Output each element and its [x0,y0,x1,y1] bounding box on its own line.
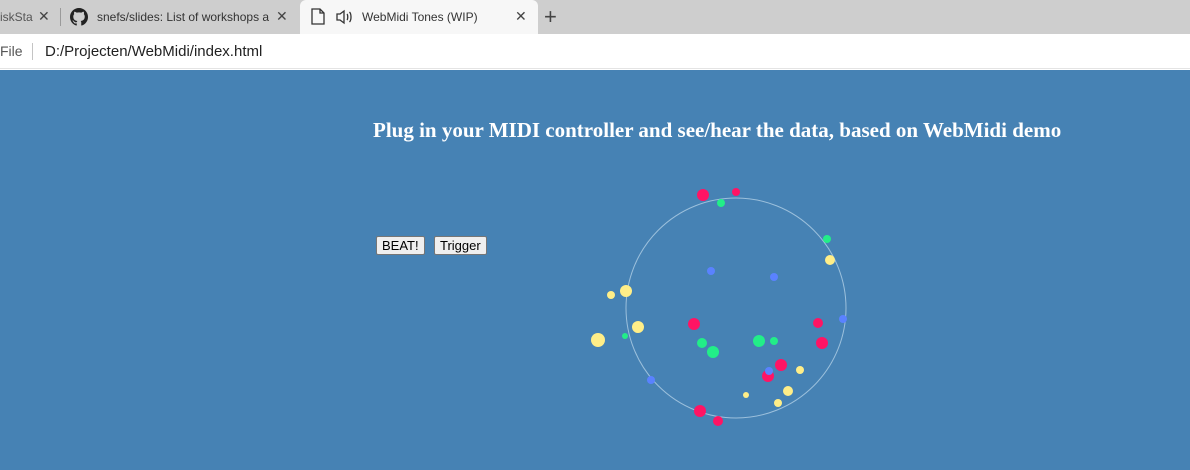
visualizer-dot [839,315,847,323]
visualizer-dot [775,359,787,371]
visualizer-dot [591,333,605,347]
tab-snefs-slides[interactable]: snefs/slides: List of workshops ar ✕ [62,0,298,34]
midi-visualizer [591,188,847,426]
address-bar[interactable]: File D:/Projecten/WebMidi/index.html [0,34,1190,69]
speaker-icon[interactable] [335,9,353,25]
visualizer-dot [743,392,749,398]
visualizer-dot [647,376,655,384]
tab-label: snefs/slides: List of workshops ar [97,10,269,24]
visualizer-dot [707,346,719,358]
visualizer-dot [694,405,706,417]
visualizer-dot [622,333,628,339]
visualizer-dot [697,338,707,348]
close-icon[interactable]: ✕ [38,8,50,25]
new-tab-icon[interactable]: + [544,4,557,30]
visualizer-dot [770,337,778,345]
tab-separator [60,8,61,26]
visualizer-dot [707,267,715,275]
visualizer-dot [688,318,700,330]
visualizer-dot [813,318,823,328]
visualizer-dot [816,337,828,349]
visualizer-dot [770,273,778,281]
visualizer-dot [607,291,615,299]
page-content: Plug in your MIDI controller and see/hea… [0,70,1190,470]
visualizer-dot [823,235,831,243]
address-separator [32,43,33,60]
visualizer-dot [713,416,723,426]
visualizer-dot [632,321,644,333]
visualizer-dot [620,285,632,297]
visualizer-ring [625,197,847,419]
page-icon [311,8,325,25]
close-icon[interactable]: ✕ [515,8,527,25]
visualizer-dot [765,367,773,375]
close-icon[interactable]: ✕ [276,8,288,25]
visualizer-dot [697,189,709,201]
tab-webmidi-tones[interactable]: WebMidi Tones (WIP) ✕ [300,0,538,34]
visualizer-dot [825,255,835,265]
tab-disksta[interactable]: iskSta ✕ [0,0,58,34]
visualizer-dot [753,335,765,347]
visualizer-dot [717,199,725,207]
tab-bar: iskSta ✕ snefs/slides: List of workshops… [0,0,1190,34]
visualizer-dot [774,399,782,407]
visualizer-dot [783,386,793,396]
url-text[interactable]: D:/Projecten/WebMidi/index.html [45,43,262,60]
visualizer-dot [796,366,804,374]
github-icon [70,8,88,26]
visualizer-dot [732,188,740,196]
tab-label: iskSta [0,10,33,24]
scheme-label: File [0,43,23,59]
tab-label: WebMidi Tones (WIP) [362,10,478,24]
